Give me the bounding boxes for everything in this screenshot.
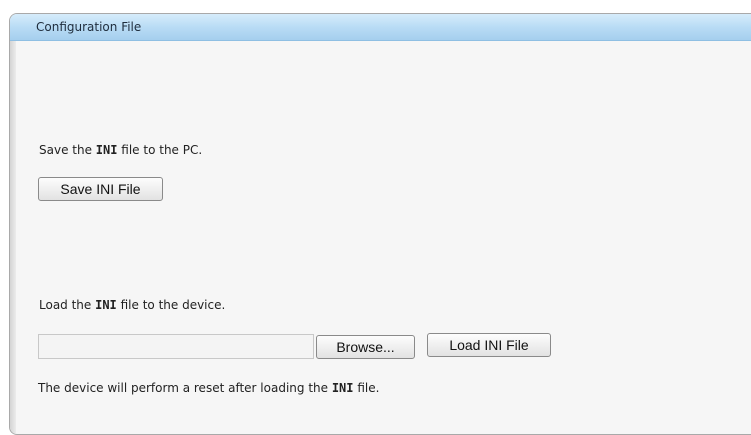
load-text-before: Load the	[39, 298, 96, 312]
reset-note: The device will perform a reset after lo…	[38, 381, 379, 395]
save-text-bold: INI	[95, 143, 118, 157]
configuration-file-panel: Configuration File	[9, 13, 751, 435]
note-text-after: file.	[353, 381, 380, 395]
browse-button[interactable]: Browse...	[316, 335, 415, 359]
note-text-before: The device will perform a reset after lo…	[38, 381, 332, 395]
load-ini-description: Load the INI file to the device.	[39, 298, 225, 312]
load-ini-file-button[interactable]: Load INI File	[427, 333, 551, 357]
load-text-bold: INI	[95, 298, 117, 312]
save-text-after: file to the PC.	[117, 143, 203, 157]
panel-header: Configuration File	[10, 14, 751, 41]
load-text-after: file to the device.	[116, 298, 226, 312]
save-ini-file-button[interactable]: Save INI File	[38, 177, 163, 201]
save-text-before: Save the	[39, 143, 96, 157]
note-text-bold: INI	[331, 381, 354, 395]
panel-left-edge	[10, 41, 16, 434]
file-path-input[interactable]	[38, 334, 314, 359]
save-ini-description: Save the INI file to the PC.	[39, 143, 202, 157]
panel-title: Configuration File	[36, 20, 142, 34]
